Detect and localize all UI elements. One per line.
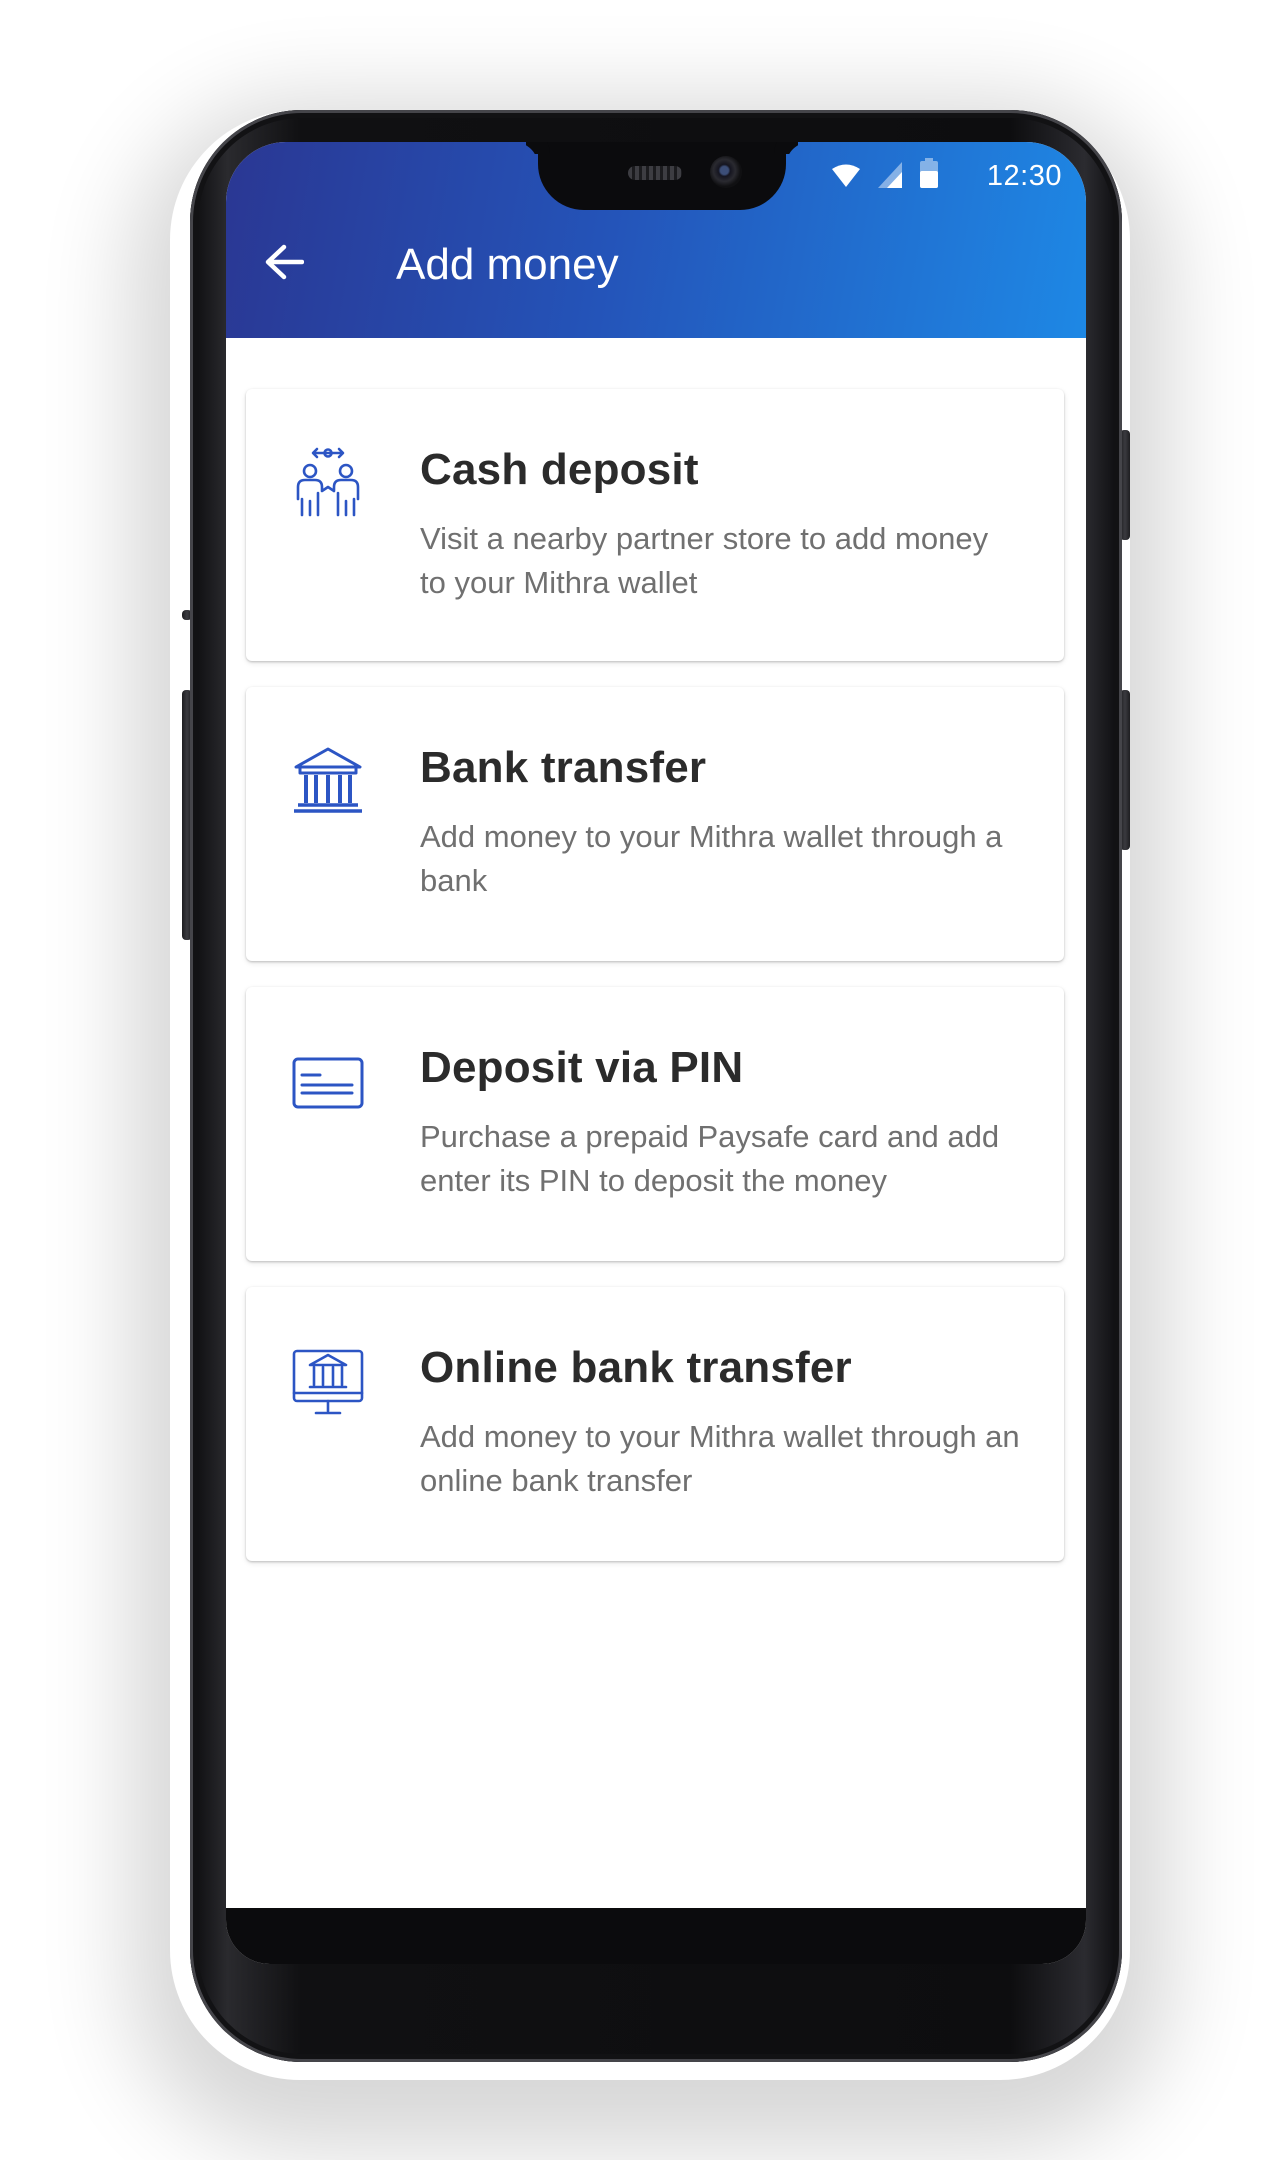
- mockup-stage: 12:30 Add money Cash deposit Visit a nea…: [0, 0, 1278, 2160]
- option-description: Add money to your Mithra wallet through …: [420, 1419, 1020, 1498]
- option-deposit-via-pin[interactable]: Deposit via PIN Purchase a prepaid Paysa…: [246, 987, 1064, 1261]
- option-title: Bank transfer: [420, 743, 707, 792]
- option-bank-transfer[interactable]: Bank transfer Add money to your Mithra w…: [246, 687, 1064, 961]
- wifi-icon: [832, 164, 860, 187]
- page-title: Add money: [396, 240, 619, 289]
- phone-notch: [538, 142, 786, 210]
- app-bar: 12:30 Add money: [226, 142, 1086, 338]
- battery-icon: [920, 158, 938, 188]
- option-title: Deposit via PIN: [420, 1043, 744, 1092]
- bank-icon: [294, 747, 362, 813]
- option-title: Online bank transfer: [420, 1343, 852, 1392]
- card-icon: [292, 1057, 364, 1109]
- status-time: 12:30: [986, 160, 1062, 192]
- earpiece-speaker: [628, 166, 682, 180]
- bottom-bezel: [226, 1908, 1086, 1964]
- option-description: Visit a nearby partner store to add mone…: [420, 521, 989, 600]
- option-online-bank-transfer[interactable]: Online bank transfer Add money to your M…: [246, 1287, 1064, 1561]
- back-button[interactable]: [248, 226, 320, 298]
- arrow-left-icon: [265, 244, 304, 280]
- option-description: Purchase a prepaid Paysafe card and add …: [420, 1119, 1000, 1198]
- option-title: Cash deposit: [420, 445, 699, 494]
- signal-icon: [878, 162, 902, 188]
- phone-screen: 12:30 Add money Cash deposit Visit a nea…: [226, 142, 1086, 1964]
- front-camera: [710, 156, 742, 188]
- add-money-options: Cash deposit Visit a nearby partner stor…: [246, 389, 1064, 1587]
- people-exchange-icon: [296, 447, 360, 517]
- option-cash-deposit[interactable]: Cash deposit Visit a nearby partner stor…: [246, 389, 1064, 661]
- option-description: Add money to your Mithra wallet through …: [420, 819, 1003, 898]
- online-bank-icon: [292, 1349, 364, 1415]
